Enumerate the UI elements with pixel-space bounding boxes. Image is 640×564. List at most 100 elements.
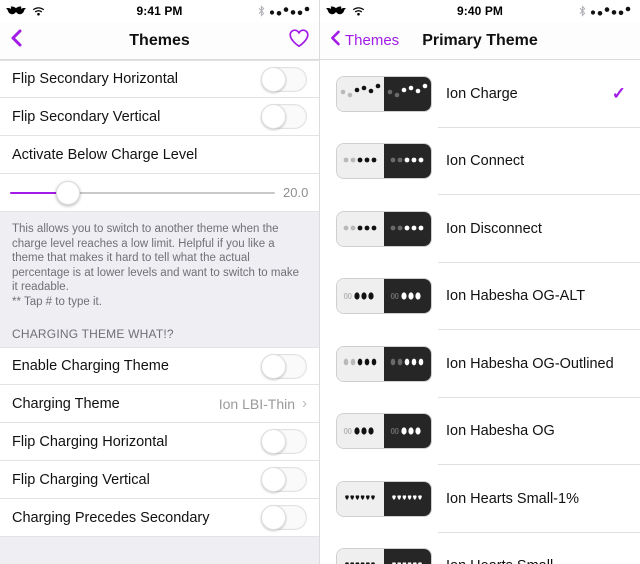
row-charging-theme[interactable]: Charging Theme Ion LBI-Thin ›	[0, 385, 319, 423]
preview-light-half: 00	[337, 414, 384, 449]
row-enable-charging-theme[interactable]: Enable Charging Theme	[0, 347, 319, 385]
row-label: Flip Secondary Horizontal	[12, 71, 179, 87]
bluetooth-icon	[579, 5, 586, 17]
row-flip-charging-vertical[interactable]: Flip Charging Vertical	[0, 461, 319, 499]
left-screen: 9:41 PM Themes Flip Secondary Horizontal…	[0, 0, 320, 564]
toggle-enable-charging-theme[interactable]	[261, 353, 307, 379]
preview-glyph-dark: 00	[391, 290, 425, 302]
right-status-bar: 9:40 PM	[320, 0, 640, 22]
theme-list: Ion Charge ✓ Ion Connect Ion Disconnect 00 00…	[320, 60, 640, 564]
row-flip-charging-horizontal[interactable]: Flip Charging Horizontal	[0, 423, 319, 461]
toggle-knob	[261, 353, 286, 379]
toggle-flip-secondary-horizontal[interactable]	[261, 66, 307, 92]
heart-icon	[287, 27, 311, 54]
toggle-knob	[261, 467, 286, 492]
preview-glyph-light	[343, 355, 379, 373]
battery-dots-icon	[269, 5, 313, 17]
preview-glyph-light	[343, 220, 379, 238]
theme-name: Ion Habesha OG	[446, 423, 555, 440]
slider-knob[interactable]	[56, 180, 81, 205]
slider-value-label: 20.0	[283, 185, 309, 200]
row-label: Flip Charging Horizontal	[12, 433, 168, 450]
theme-row[interactable]: Ion Hearts Small	[320, 532, 640, 564]
theme-preview	[336, 210, 432, 247]
theme-preview: 00 00	[336, 413, 432, 450]
bottom-spacer	[0, 537, 319, 564]
preview-dark-half	[384, 549, 431, 564]
toggle-knob	[261, 505, 286, 530]
row-label: Flip Charging Vertical	[12, 471, 150, 488]
preview-glyph-light	[344, 557, 378, 564]
theme-row[interactable]: Ion Connect	[320, 127, 640, 195]
toggle-flip-secondary-vertical[interactable]	[261, 104, 307, 129]
bluetooth-icon	[258, 5, 265, 17]
row-charging-precedes-secondary[interactable]: Charging Precedes Secondary	[0, 499, 319, 537]
chevron-left-icon	[328, 27, 342, 54]
description-section: This allows you to switch to another the…	[0, 212, 319, 347]
preview-glyph-dark	[390, 355, 426, 373]
section-header-charging: CHARGING THEME WHAT!?	[0, 313, 319, 347]
theme-preview	[336, 75, 432, 112]
page-title: Themes	[129, 32, 190, 49]
right-screen: 9:40 PM Themes Primary Theme Ion Charge …	[320, 0, 640, 564]
preview-light-half	[337, 549, 384, 564]
battery-dots-icon	[590, 5, 634, 17]
chevron-left-icon	[8, 26, 24, 55]
theme-row[interactable]: Ion Charge ✓	[320, 60, 640, 128]
theme-name: Ion Charge	[446, 85, 518, 102]
theme-name: Ion Connect	[446, 153, 525, 170]
settings-list-bottom: Enable Charging Theme Charging Theme Ion…	[0, 347, 319, 537]
row-activate-below-charge-level[interactable]: Activate Below Charge Level	[0, 136, 319, 174]
preview-glyph-dark	[391, 490, 425, 508]
theme-row[interactable]: 00 00 Ion Habesha OG-ALT	[320, 262, 640, 330]
preview-glyph-dark	[391, 557, 425, 564]
preview-light-half	[337, 211, 384, 246]
left-status-bar: 9:41 PM	[0, 0, 319, 22]
preview-light-half	[337, 144, 384, 179]
toggle-flip-charging-horizontal[interactable]	[261, 429, 307, 454]
theme-preview	[336, 548, 432, 564]
toggle-knob	[261, 66, 286, 92]
back-button[interactable]	[8, 26, 24, 55]
preview-glyph-light	[343, 152, 379, 170]
charge-level-slider-row[interactable]: 20.0	[0, 174, 319, 212]
row-label: Flip Secondary Vertical	[12, 108, 161, 125]
theme-row[interactable]: Ion Habesha OG-Outlined	[320, 330, 640, 398]
theme-row[interactable]: 00 00 Ion Habesha OG	[320, 397, 640, 465]
preview-dark-half	[384, 481, 431, 516]
back-to-themes-button[interactable]: Themes	[328, 27, 399, 54]
toggle-knob	[261, 429, 286, 454]
preview-glyph-dark: 00	[391, 425, 425, 437]
preview-glyph-light: 00	[344, 290, 378, 302]
preview-dark-half	[384, 144, 431, 179]
preview-glyph-light	[339, 82, 383, 105]
charge-level-slider[interactable]	[10, 180, 275, 205]
settings-list-top: Flip Secondary Horizontal Flip Secondary…	[0, 60, 319, 212]
preview-dark-half	[384, 211, 431, 246]
chevron-right-icon: ›	[302, 395, 307, 412]
preview-dark-half: 00	[384, 279, 431, 314]
preview-light-half	[337, 481, 384, 516]
theme-preview	[336, 143, 432, 180]
preview-light-half: 00	[337, 279, 384, 314]
row-flip-secondary-vertical[interactable]: Flip Secondary Vertical	[0, 98, 319, 136]
favorite-button[interactable]	[287, 27, 311, 54]
preview-glyph-dark	[386, 82, 430, 105]
theme-preview	[336, 345, 432, 382]
theme-row[interactable]: Ion Hearts Small-1%	[320, 465, 640, 533]
theme-name: Ion Disconnect	[446, 220, 542, 237]
preview-glyph-light: 00	[344, 425, 378, 437]
row-label: Charging Precedes Secondary	[12, 509, 210, 526]
charging-theme-value: Ion LBI-Thin	[218, 395, 295, 412]
toggle-flip-charging-vertical[interactable]	[261, 467, 307, 492]
back-label: Themes	[345, 32, 400, 49]
toggle-charging-precedes-secondary[interactable]	[261, 505, 307, 530]
row-flip-secondary-horizontal[interactable]: Flip Secondary Horizontal	[0, 60, 319, 98]
checkmark-icon: ✓	[611, 84, 626, 104]
preview-glyph-dark	[390, 220, 426, 238]
row-label: Charging Theme	[12, 395, 120, 412]
toggle-knob	[261, 104, 286, 129]
left-nav-bar: Themes	[0, 22, 319, 60]
theme-row[interactable]: Ion Disconnect	[320, 195, 640, 263]
preview-dark-half: 00	[384, 414, 431, 449]
